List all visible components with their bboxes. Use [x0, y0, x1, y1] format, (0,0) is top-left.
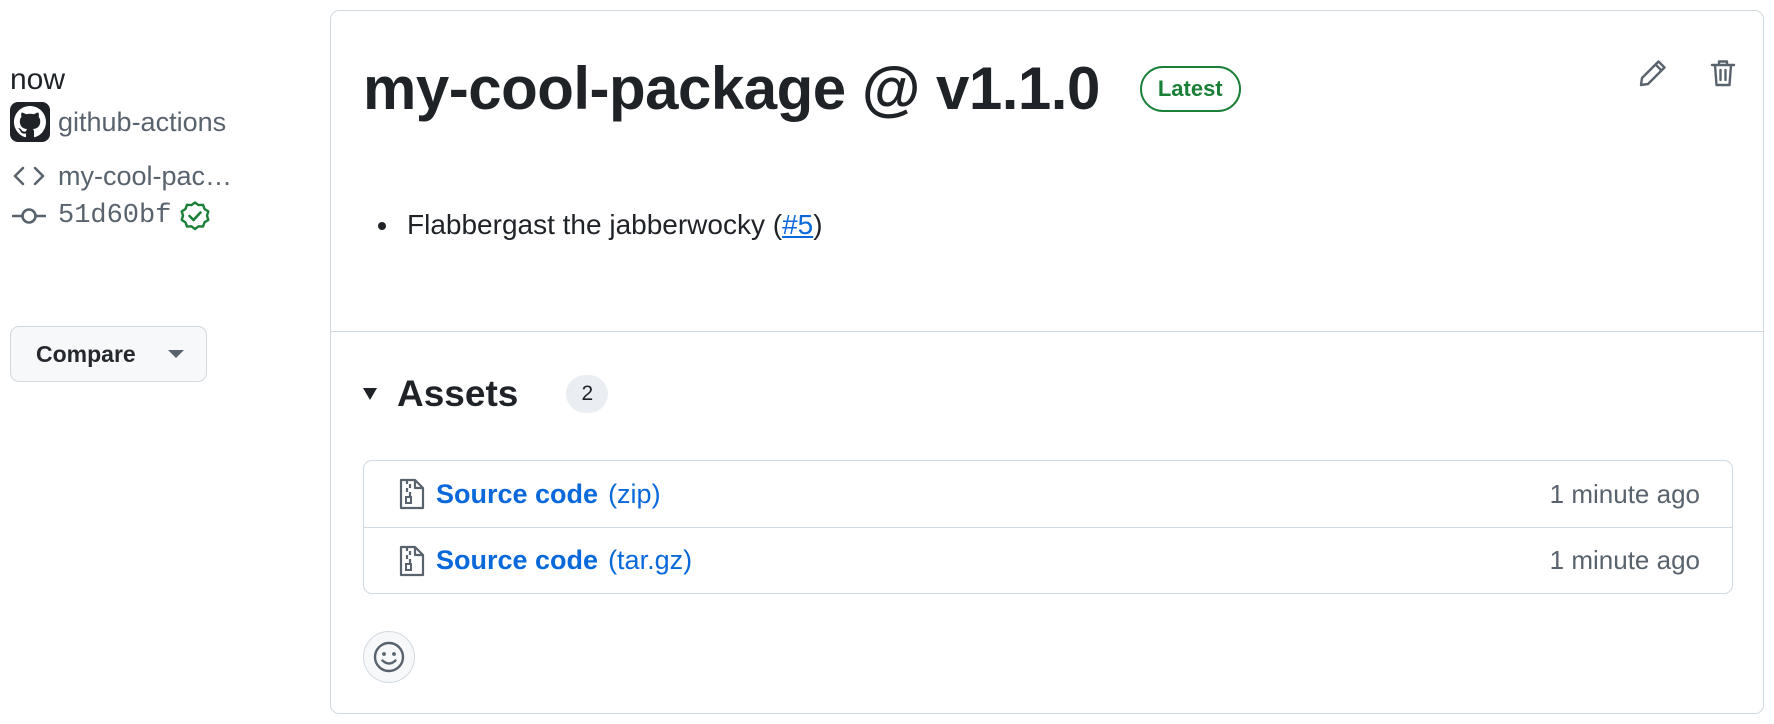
release-page: now github-actions my-cool-pac… 51d60bf [0, 0, 1774, 724]
github-mark-icon [10, 102, 50, 142]
asset-time: 1 minute ago [1549, 478, 1700, 509]
release-header: my-cool-package @ v1.1.0 Latest • Flabbe… [331, 11, 1763, 332]
edit-button[interactable] [1635, 55, 1671, 91]
asset-link[interactable]: Source code (zip) [398, 477, 661, 511]
tag-row[interactable]: my-cool-pac… [10, 154, 310, 198]
assets-title: Assets [397, 373, 519, 414]
trash-icon [1710, 60, 1736, 87]
delete-button[interactable] [1705, 55, 1741, 91]
latest-badge: Latest [1139, 66, 1241, 112]
asset-link[interactable]: Source code (tar.gz) [398, 544, 692, 578]
release-sidebar: now github-actions my-cool-pac… 51d60bf [10, 60, 310, 382]
disclosure-triangle-icon [363, 388, 377, 400]
assets-toggle[interactable]: Assets 2 [363, 373, 609, 415]
release-note-item: Flabbergast the jabberwocky (#5) [401, 209, 823, 241]
author-name: github-actions [58, 106, 227, 137]
code-icon [10, 161, 48, 191]
commit-sha: 51d60bf [58, 201, 172, 231]
author-row[interactable]: github-actions [10, 100, 310, 144]
release-notes: Flabbergast the jabberwocky (#5) [401, 209, 823, 241]
release-actions [1635, 55, 1741, 91]
assets-count-badge: 2 [566, 375, 609, 413]
asset-time: 1 minute ago [1549, 545, 1700, 575]
asset-ext: (tar.gz) [608, 545, 693, 575]
file-zip-icon [399, 545, 425, 576]
issue-link[interactable]: #5 [782, 209, 813, 240]
tag-name: my-cool-pac… [58, 160, 233, 191]
release-title[interactable]: my-cool-package @ v1.1.0 [363, 53, 1100, 125]
asset-row-targz[interactable]: Source code (tar.gz) 1 minute ago [364, 527, 1732, 593]
pencil-icon [1639, 60, 1666, 87]
asset-name: Source code [436, 545, 599, 575]
chevron-down-icon [168, 350, 184, 358]
add-reaction-button[interactable] [363, 631, 415, 683]
note-suffix: ) [813, 209, 823, 240]
commit-row[interactable]: 51d60bf [10, 198, 310, 234]
asset-row-zip[interactable]: Source code (zip) 1 minute ago [364, 461, 1732, 527]
note-text: Flabbergast the jabberwocky ( [407, 209, 783, 240]
git-commit-icon [10, 201, 48, 231]
compare-label: Compare [36, 340, 136, 367]
release-title-row: my-cool-package @ v1.1.0 Latest [363, 53, 1241, 125]
asset-name: Source code [436, 478, 599, 509]
release-card: my-cool-package @ v1.1.0 Latest • Flabbe… [330, 10, 1764, 714]
release-time: now [10, 63, 66, 96]
file-zip-icon [399, 478, 425, 510]
asset-ext: (zip) [608, 478, 661, 509]
compare-button[interactable]: Compare [10, 326, 207, 382]
verified-check-icon[interactable] [179, 200, 211, 232]
smiley-icon [373, 641, 405, 673]
asset-list: Source code (zip) 1 minute ago Source co… [363, 460, 1733, 594]
